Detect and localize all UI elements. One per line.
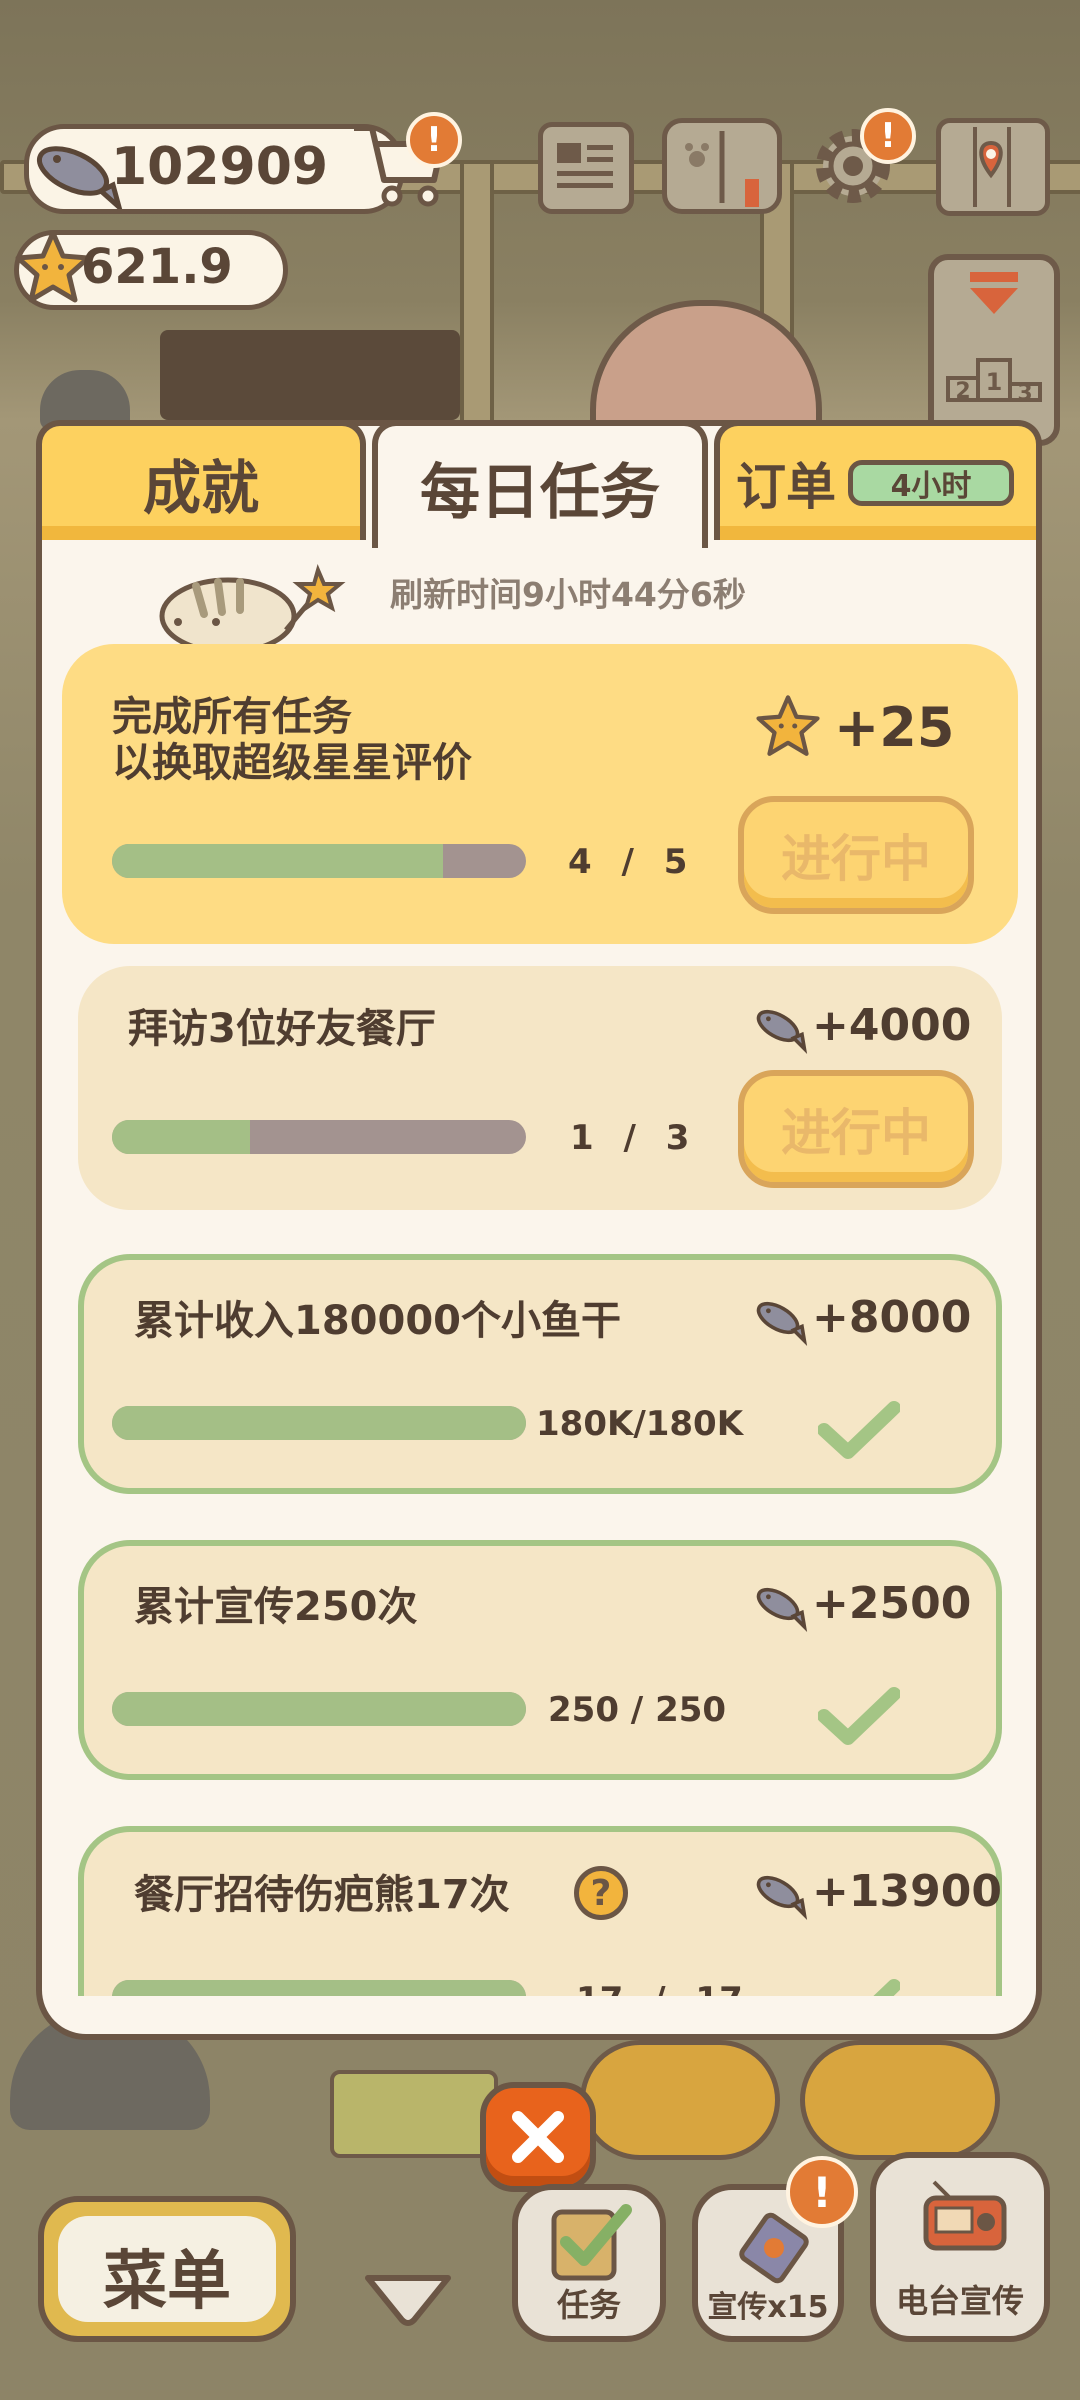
ranking-button[interactable]: 1 2 3 [928,254,1060,446]
task-status-label: 进行中 [781,830,931,888]
close-button[interactable] [480,2082,596,2192]
tasks-button[interactable]: 任务 [512,2184,666,2342]
open-book-icon [685,131,759,207]
promote-alert-badge: ! [786,2156,858,2228]
task-reward: +8000 [812,1292,972,1343]
radio-promote-label: 电台宣传 [895,2282,1024,2320]
checkmark-icon [818,1687,900,1745]
fish-icon [36,146,123,209]
help-button[interactable]: ? [574,1866,628,1920]
task-title-line-1: 完成所有任务 [112,694,352,740]
map-button[interactable] [936,118,1050,216]
star-icon [756,695,820,756]
fish-icon [756,1009,808,1055]
settings-alert-badge: ! [860,108,916,164]
task-card-promote: 累计宣传250次 +2500 250 / 250 [78,1540,1002,1780]
task-progress-bar [112,844,526,878]
task-title-line-1: 累计宣传250次 [134,1584,418,1630]
fish-icon [756,1301,808,1347]
order-timer-badge: 4小时 [848,460,1014,506]
task-card-visit-friends: 拜访3位好友餐厅 +4000 1 / 3 进行中 [78,966,1002,1210]
task-progress-fill [112,1120,250,1154]
tab-achievements-label: 成就 [142,454,259,522]
promote-label: 宣传x15 [707,2290,829,2325]
task-progress-count: 17 / 17 [576,1980,743,1996]
task-progress-bar [112,1406,526,1440]
task-status-button[interactable]: 进行中 [738,796,974,914]
newspaper-icon [557,143,613,188]
task-reward: +13900 [812,1866,1002,1917]
menu-label: 菜单 [103,2245,231,2319]
refresh-timer: 刷新时间9小时44分6秒 [390,575,746,614]
task-card-all-tasks: 完成所有任务 以换取超级星星评价 +25 4 / 5 进行中 [62,644,1018,944]
star-count: 621.9 [81,239,233,295]
task-progress-fill [112,844,444,878]
newspaper-button[interactable] [538,122,634,214]
settings-button[interactable]: ! [808,108,916,208]
fish-icon [756,1875,808,1921]
rank-1-label: 1 [986,368,1003,396]
radio-promote-button[interactable]: 电台宣传 [870,2152,1050,2342]
rank-3-label: 3 [1017,381,1032,406]
task-card-income: 累计收入180000个小鱼干 +8000 180K/180K [78,1254,1002,1494]
task-progress-count: 1 / 3 [570,1118,690,1158]
tasks-label: 任务 [556,2286,621,2324]
task-reward: +2500 [812,1578,972,1629]
checkmark-icon [873,1979,900,1996]
task-title-line-1: 拜访3位好友餐厅 [128,1006,436,1052]
task-progress-bar [112,1980,526,1996]
task-progress-bar [112,1692,526,1726]
tab-orders[interactable]: 订单 4小时 [714,420,1042,540]
menu-button[interactable]: 菜单 [38,2196,296,2342]
task-reward: +4000 [812,1000,972,1051]
collapse-arrow-icon[interactable] [362,2270,454,2330]
task-progress-count: 250 / 250 [548,1690,727,1730]
shop-cart-button[interactable]: ! [350,112,462,210]
fish-icon [756,1587,808,1633]
close-icon [512,2111,564,2163]
task-progress-fill [112,1406,526,1440]
tab-orders-label: 订单 [736,458,836,516]
checkmark-icon [818,1401,900,1459]
task-progress-fill [112,1692,526,1726]
tab-achievements[interactable]: 成就 [36,420,366,540]
star-icon [15,230,91,303]
ranking-icon: 1 2 3 [946,272,1042,406]
task-title-line-2: 以换取超级星星评价 [112,740,472,786]
task-progress-fill [112,1980,526,1996]
task-list-clip: 餐厅招待伤疤熊17次 ? +13900 17 / 17 [42,1800,1036,1996]
task-progress-count: 4 / 5 [568,842,688,882]
task-progress-count: 180K/180K [536,1404,744,1444]
task-status-button[interactable]: 进行中 [738,1070,974,1188]
flyer-icon [739,2212,809,2284]
clipboard-check-icon [551,2204,632,2281]
shop-alert-badge: ! [406,112,462,168]
radio-icon [923,2180,1007,2251]
help-icon: ? [590,1872,612,1914]
map-icon [973,127,1011,207]
task-title-line-1: 累计收入180000个小鱼干 [134,1298,621,1344]
task-status-label: 进行中 [781,1104,931,1162]
tab-daily-tasks[interactable]: 每日任务 [372,420,708,548]
star-rating-display: 621.9 [14,230,288,310]
fish-currency-display: 102909 [24,124,404,214]
task-reward: +25 [834,696,955,759]
task-card-scar-bear: 餐厅招待伤疤熊17次 ? +13900 17 / 17 [78,1826,1002,1996]
rank-2-label: 2 [955,379,970,404]
recipe-book-button[interactable] [662,118,782,214]
fish-count: 102909 [111,137,329,197]
task-title-line-1: 餐厅招待伤疤熊17次 [134,1872,510,1918]
order-timer-text: 4小时 [890,469,972,504]
tab-daily-tasks-label: 每日任务 [420,457,660,528]
task-progress-bar [112,1120,526,1154]
